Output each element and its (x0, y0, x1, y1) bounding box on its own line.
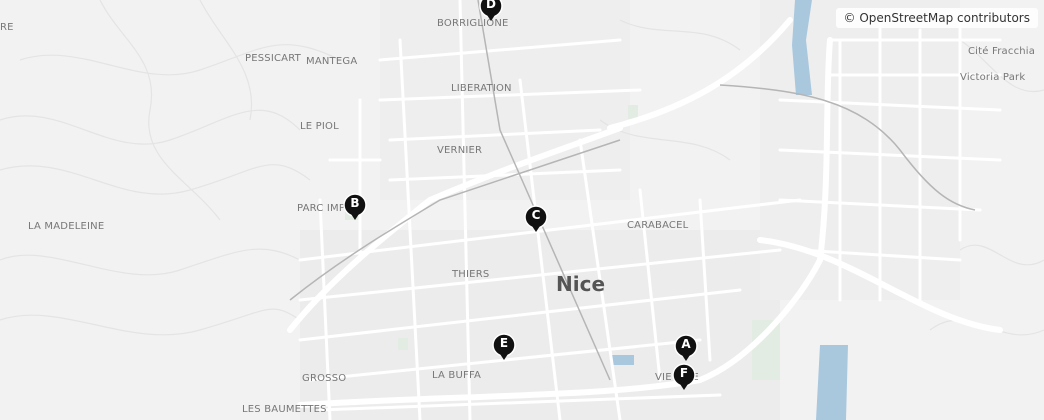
map-attribution[interactable]: © OpenStreetMap contributors (835, 8, 1038, 28)
city-label-nice: Nice (556, 272, 606, 296)
place-label-vernier: VERNIER (437, 145, 483, 156)
marker-letter: F (679, 366, 689, 380)
place-label-thiers: THIERS (452, 269, 490, 280)
map-marker-d[interactable]: D (479, 0, 505, 26)
place-label-pessicart: PESSICART (245, 53, 301, 64)
place-label-carabacel: CARABACEL (627, 220, 689, 231)
map-marker-c[interactable]: C (524, 205, 550, 237)
marker-letter: C (531, 208, 541, 222)
place-label-les-baumettes: LES BAUMETTES (242, 404, 327, 415)
map-marker-f[interactable]: F (672, 363, 698, 395)
place-label-le-piol: LE PIOL (300, 121, 339, 132)
marker-letter: E (499, 336, 509, 350)
marker-letter: A (681, 337, 691, 351)
place-label-cite-fracchia: Cité Fracchia (968, 46, 1036, 57)
place-label-la-madeleine: LA MADELEINE (28, 221, 105, 232)
place-label-la-buffa: LA BUFFA (432, 370, 482, 381)
basemap (0, 0, 1044, 420)
map-marker-b[interactable]: B (343, 193, 369, 225)
marker-letter: B (350, 196, 360, 210)
attribution-text[interactable]: © OpenStreetMap contributors (844, 11, 1030, 25)
place-label-mantega: MANTEGA (306, 56, 358, 67)
place-label-liberation: LIBERATION (451, 83, 512, 94)
place-label-grosso: GROSSO (302, 373, 347, 384)
place-label-parc-imperial: PARC IMP (297, 203, 346, 214)
marker-letter: D (486, 0, 496, 11)
map-view[interactable]: RE BORRIGLIONE PESSICART MANTEGA LIBERAT… (0, 0, 1044, 420)
place-label-victoria-park: Victoria Park (960, 72, 1026, 83)
place-label-re: RE (0, 22, 14, 33)
map-marker-a[interactable]: A (674, 334, 700, 366)
map-marker-e[interactable]: E (492, 333, 518, 365)
